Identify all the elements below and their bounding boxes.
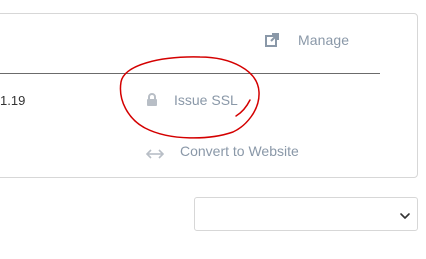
issue-ssl-label: Issue SSL [174,92,238,108]
convert-to-website-label: Convert to Website [180,143,299,159]
chevron-down-icon [399,209,411,221]
manage-label: Manage [298,32,350,48]
convert-to-website-link[interactable]: Convert to Website [145,143,299,159]
arrows-horizontal-icon [145,146,165,159]
issue-ssl-link[interactable]: Issue SSL [146,92,238,108]
dropdown-select[interactable] [194,197,418,231]
external-link-icon [264,32,280,48]
card-divider [0,73,380,74]
manage-link[interactable]: Manage [264,30,349,50]
ip-address-fragment: 1.19 [0,93,26,108]
lock-icon [146,93,158,107]
